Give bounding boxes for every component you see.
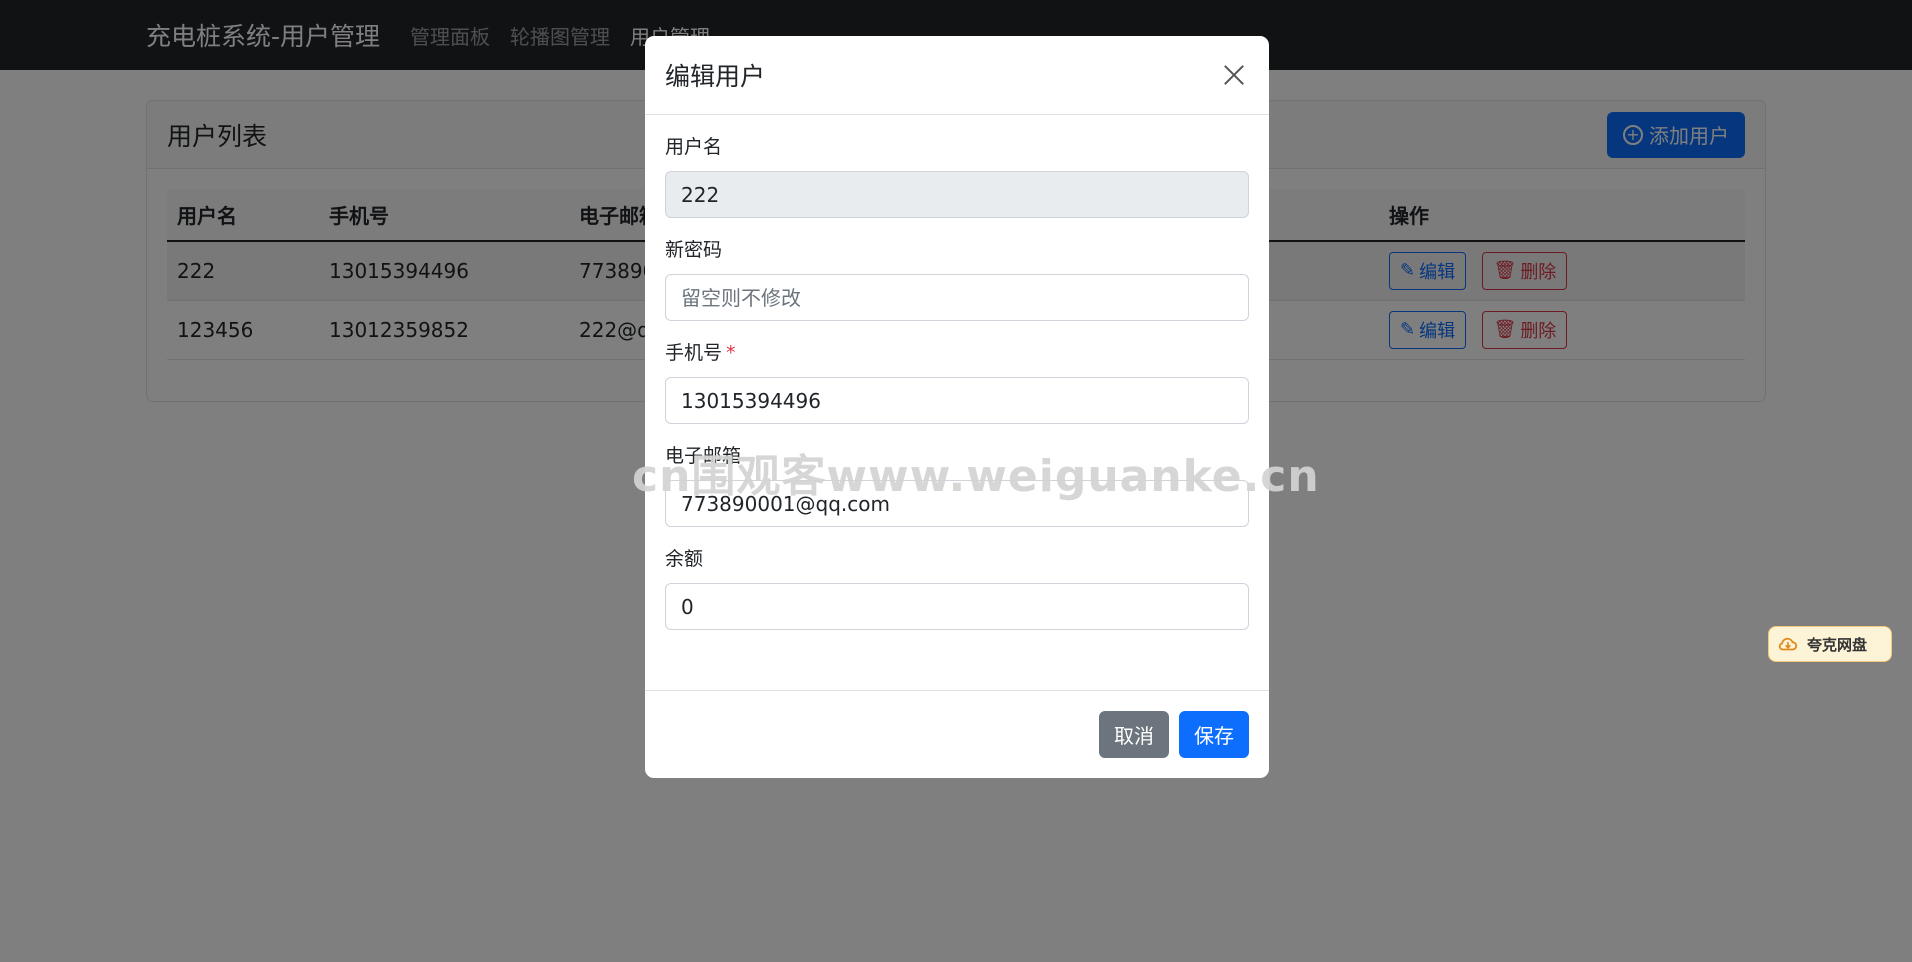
modal-header: 编辑用户 — [645, 36, 1269, 115]
widget-label: 夸克网盘 — [1807, 635, 1868, 654]
username-group: 用户名 — [665, 133, 1249, 218]
required-marker: * — [726, 342, 736, 364]
phone-label-text: 手机号 — [665, 342, 723, 364]
edit-user-modal: 编辑用户 用户名 新密码 手机号* 电子邮箱 余额 取消 保存 — [645, 36, 1269, 778]
modal-footer: 取消 保存 — [645, 690, 1269, 778]
cloud-drive-widget[interactable]: 夸克网盘 — [1768, 626, 1892, 662]
username-label: 用户名 — [665, 136, 723, 158]
cancel-button[interactable]: 取消 — [1099, 711, 1169, 758]
modal-body: 用户名 新密码 手机号* 电子邮箱 余额 — [645, 115, 1269, 630]
password-field[interactable] — [665, 274, 1249, 321]
watermark-text: cn围观客www.weiguanke.cn — [632, 451, 1320, 502]
balance-label: 余额 — [665, 548, 704, 570]
close-icon[interactable] — [1219, 60, 1249, 90]
balance-group: 余额 — [665, 545, 1249, 630]
modal-title: 编辑用户 — [665, 62, 766, 91]
save-button[interactable]: 保存 — [1179, 711, 1249, 758]
cloud-icon — [1778, 637, 1798, 651]
phone-label: 手机号 * — [665, 339, 1249, 367]
phone-group: 手机号 * — [665, 339, 1249, 424]
username-field[interactable] — [665, 171, 1249, 218]
balance-field[interactable] — [665, 583, 1249, 630]
password-group: 新密码 — [665, 236, 1249, 321]
password-label: 新密码 — [665, 239, 723, 261]
phone-field[interactable] — [665, 377, 1249, 424]
